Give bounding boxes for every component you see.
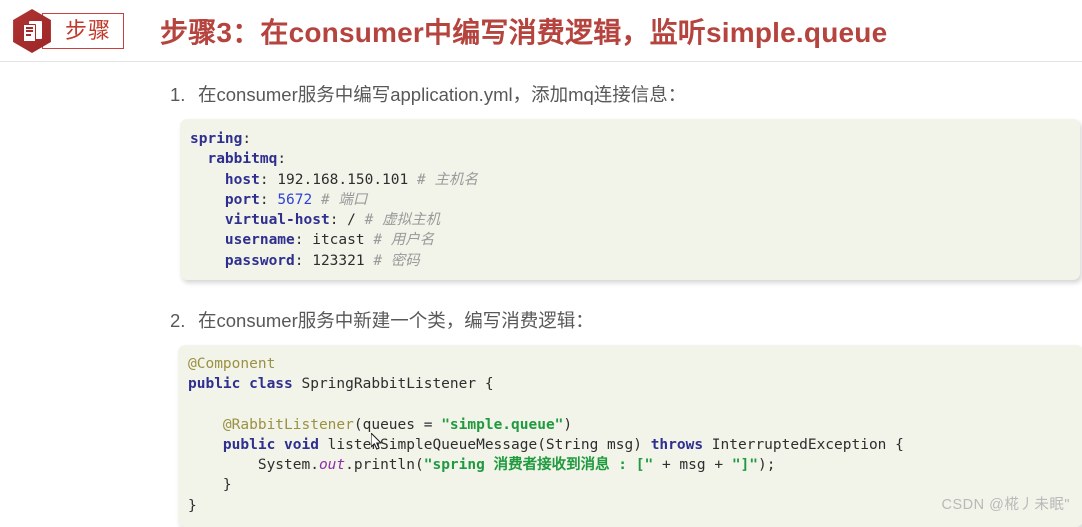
- code-token: }: [188, 497, 197, 514]
- step-1-block: 1. 在consumer服务中编写application.yml，添加mq连接信…: [20, 81, 1080, 281]
- code-token: username: [224, 232, 295, 249]
- badge-label: 步骤: [65, 18, 112, 43]
- code-token: : itcast: [294, 232, 374, 249]
- code-line: rabbitmq:: [180, 149, 1080, 169]
- code-token: "]": [731, 457, 759, 474]
- page-title: 步骤3：在consumer中编写消费逻辑，监听simple.queue: [160, 17, 888, 48]
- code-token: 5672: [277, 191, 313, 208]
- code-token: :: [259, 191, 278, 208]
- code-line: System.out.println("spring 消费者接收到消息 : ["…: [178, 455, 1082, 475]
- code-line: password: 123321 # 密码: [180, 251, 1080, 271]
- code-token: public void: [222, 436, 319, 453]
- page-header: 步骤 步骤3：在consumer中编写消费逻辑，监听simple.queue: [0, 0, 1082, 62]
- code-token: @Component: [188, 356, 276, 373]
- document-icon-line: [26, 33, 31, 36]
- header-divider: [0, 61, 1082, 62]
- step-2-text: 在consumer服务中新建一个类，编写消费逻辑：: [198, 310, 594, 332]
- code-token: # 主机名: [416, 171, 478, 188]
- code-token: "spring 消费者接收到消息 : [": [423, 457, 654, 474]
- code-token: throws: [650, 436, 704, 453]
- code-token: InterruptedException {: [703, 436, 904, 453]
- code-token: }: [188, 477, 232, 494]
- step-badge: 步骤: [10, 9, 125, 53]
- code-token: password: [224, 252, 295, 269]
- code-line: public class SpringRabbitListener {: [178, 374, 1082, 394]
- step-1-text: 在consumer服务中编写application.yml，添加mq连接信息：: [198, 84, 687, 105]
- step-2-number: 2.: [170, 310, 186, 332]
- code-line: host: 192.168.150.101 # 主机名: [180, 170, 1080, 190]
- code-token: virtual-host: [224, 212, 330, 229]
- code-token: spring: [190, 131, 243, 147]
- badge-label-box: 步骤: [42, 13, 125, 49]
- code-token: :: [242, 131, 252, 147]
- code-line: virtual-host: / # 虚拟主机: [180, 210, 1080, 230]
- code-token: # 虚拟主机: [364, 212, 441, 229]
- code-token: port: [224, 191, 260, 208]
- code-token: :: [277, 151, 287, 168]
- code-token: ): [563, 416, 573, 433]
- code-token: System.: [188, 457, 319, 474]
- document-icon: [22, 20, 42, 42]
- code-token: SpringRabbitListener {: [292, 376, 494, 393]
- code-token: # 端口: [320, 191, 368, 208]
- code-token: .println(: [345, 457, 424, 474]
- code-line: username: itcast # 用户名: [180, 230, 1080, 250]
- code-token: );: [758, 457, 776, 474]
- code-token: rabbitmq: [207, 151, 278, 168]
- code-token: @RabbitListener: [222, 416, 354, 433]
- code-token: out: [318, 457, 346, 474]
- code-token: host: [224, 171, 260, 188]
- code-token: public class: [188, 376, 293, 393]
- code-line: @RabbitListener(queues = "simple.queue"): [178, 415, 1082, 435]
- code-token: # 用户名: [373, 232, 435, 249]
- code-line: public void listenSimpleQueueMessage(Str…: [178, 435, 1082, 455]
- code-token: "simple.queue": [441, 416, 564, 433]
- code-line: port: 5672 # 端口: [180, 190, 1080, 210]
- step-2-block: 2. 在consumer服务中新建一个类，编写消费逻辑： @Component p…: [20, 307, 1082, 527]
- slide-content: 1. 在consumer服务中编写application.yml，添加mq连接信…: [0, 81, 1082, 527]
- code-token: (queues =: [353, 416, 442, 433]
- code-line: spring:: [180, 129, 1080, 149]
- code-token: : 192.168.150.101: [259, 171, 417, 188]
- csdn-watermark: CSDN @椛丿未眠": [941, 497, 1070, 513]
- yaml-code-block: spring: rabbitmq: host: 192.168.150.101 …: [180, 119, 1080, 281]
- code-token: + msg +: [653, 457, 732, 474]
- code-token: listenSimpleQueueMessage(String msg): [318, 436, 651, 453]
- step-1-number: 1.: [170, 84, 186, 105]
- code-token: # 密码: [373, 252, 420, 269]
- step-2-line: 2. 在consumer服务中新建一个类，编写消费逻辑：: [170, 307, 1062, 333]
- document-icon-front-sheet: [22, 23, 36, 42]
- step-1-line: 1. 在consumer服务中编写application.yml，添加mq连接信…: [170, 81, 1062, 107]
- code-token: : /: [329, 212, 365, 229]
- document-icon-line: [26, 30, 33, 32]
- code-token: : 123321: [294, 252, 374, 269]
- code-line: @Component: [178, 354, 1082, 374]
- document-icon-line: [26, 26, 33, 29]
